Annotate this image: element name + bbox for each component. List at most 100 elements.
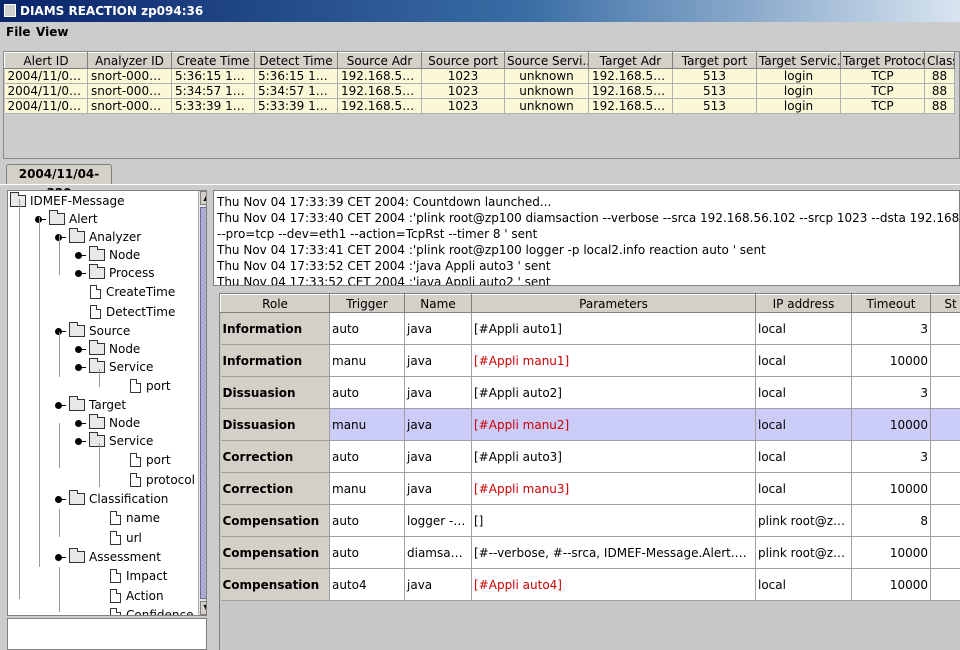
reactions-column-header[interactable]: Trigger [329,294,405,313]
tree-node[interactable]: Impact [70,567,168,585]
tree-node-label: IDMEF-Message [30,194,125,208]
tree-node[interactable]: Process [70,264,155,282]
reaction-status [930,344,960,377]
reactions-header-row: Role Trigger Name Parameters IP address Timeo… [220,294,960,313]
reaction-status [930,472,960,505]
alerts-column-header[interactable]: Analyzer ID [87,52,172,69]
tree-node[interactable]: Classification [50,490,168,508]
alert-cell: 513 [672,98,757,114]
tree-node[interactable]: name [70,509,160,527]
tree-node[interactable]: port [90,451,171,469]
reaction-row[interactable]: Dissuasion manu java [#Appli manu2] local 100… [220,408,960,441]
tree-node[interactable]: Node [70,340,140,358]
expand-handle-icon[interactable] [75,346,86,353]
reaction-row[interactable]: Correction auto java [#Appli auto3] local 3 [220,440,960,473]
tree-node[interactable]: CreateTime [50,283,175,301]
tree-node[interactable]: Node [70,246,140,264]
tree-node-label: Process [109,266,155,280]
alerts-column-header[interactable]: Create Time [171,52,255,69]
tree-node[interactable]: Analyzer [50,228,141,246]
expand-handle-icon[interactable] [55,496,66,503]
tree-node[interactable]: Service [70,432,153,450]
tree-node[interactable]: Target [50,396,126,414]
tree-node[interactable]: Assessment [50,548,161,566]
tab-alert[interactable]: 2004/11/04-320 [6,164,112,200]
folder-icon [69,490,85,505]
alert-cell: 88 [924,68,955,84]
alerts-column-header[interactable]: Target Protocol [840,52,925,69]
scroll-up-arrow-icon[interactable]: ▲ [200,191,206,205]
reactions-column-header[interactable]: Name [404,294,472,313]
reaction-role: Compensation [220,568,330,601]
reactions-column-header[interactable]: St [930,294,960,313]
reaction-timeout: 3 [851,440,931,473]
alert-cell: 513 [672,68,757,84]
tree-node[interactable]: Action [70,587,164,605]
reaction-row[interactable]: Dissuasion auto java [#Appli auto2] local 3 [220,376,960,409]
reaction-row[interactable]: Compensation auto diamsacti... [#--verbose,… [220,536,960,569]
alerts-column-header[interactable]: Source Servi... [504,52,589,69]
menu-view[interactable]: View [36,25,68,39]
alerts-column-header[interactable]: Detect Time [254,52,338,69]
reactions-column-header[interactable]: Role [220,294,330,313]
tree-node-label: Action [126,589,164,603]
alert-cell: TCP [840,98,925,114]
tree-node[interactable]: port [90,377,171,395]
alerts-column-header[interactable]: Source port [421,52,505,69]
reaction-row[interactable]: Correction manu java [#Appli manu3] local 100… [220,472,960,505]
alert-cell: snort-0000-1... [87,68,172,84]
alerts-column-header[interactable]: Source Adr [337,52,422,69]
alerts-column-header[interactable]: Target port [672,52,757,69]
alerts-column-header[interactable]: Alert ID [4,52,88,69]
reaction-trigger: auto [329,504,405,537]
window-title-bar[interactable]: DIAMS REACTION zp094:36 [0,0,960,22]
tree-node[interactable]: DetectTime [50,303,175,321]
expand-handle-icon[interactable] [75,364,86,371]
expand-handle-icon[interactable] [75,420,86,427]
reaction-name: java [404,344,472,377]
tree-node[interactable]: protocol [90,471,195,489]
reaction-trigger: manu [329,344,405,377]
reactions-column-header[interactable]: IP address [755,294,852,313]
alert-row[interactable]: 2004/11/04-... snort-0000-1... 5:34:57 11/… [4,83,955,99]
reaction-status [930,568,960,601]
tree-connector-line [99,369,100,387]
reaction-trigger: manu [329,408,405,441]
expand-handle-icon[interactable] [75,252,86,259]
expand-handle-icon[interactable] [75,270,86,277]
tree-vertical-scrollbar[interactable]: ▲ ▼ [198,191,206,615]
tree-node[interactable]: IDMEF-Message [10,192,125,210]
reaction-role: Dissuasion [220,408,330,441]
expand-handle-icon[interactable] [55,402,66,409]
tree-node[interactable]: url [70,529,142,547]
reaction-name: java [404,568,472,601]
reaction-row[interactable]: Compensation auto4 java [#Appli auto4] local… [220,568,960,601]
tree-node-label: Service [109,434,154,448]
tree-node[interactable]: Source [50,322,130,340]
expand-handle-icon[interactable] [55,554,66,561]
reaction-timeout: 10000 [851,568,931,601]
reaction-parameters: [#Appli manu3] [471,472,756,505]
tree-node[interactable]: Service [70,358,153,376]
alerts-column-header[interactable]: Target Servic... [756,52,841,69]
reactions-column-header[interactable]: Timeout [851,294,931,313]
alert-cell: snort-0000-1... [87,83,172,99]
reaction-row[interactable]: Information manu java [#Appli manu1] local 10… [220,344,960,377]
tree-node[interactable]: Alert [30,210,98,228]
expand-handle-icon[interactable] [75,438,86,445]
tree-node-label: port [146,379,171,393]
alerts-column-header[interactable]: Target Adr [588,52,673,69]
alert-row[interactable]: 2004/11/04-... snort-0000-1... 5:36:15 11/… [4,68,955,84]
reaction-row[interactable]: Compensationautologger -p l...[]plink ro… [220,504,960,537]
reactions-column-header[interactable]: Parameters [471,294,756,313]
alerts-column-header[interactable]: Class [924,52,955,69]
alert-cell: 192.168.56.96 [588,68,673,84]
tree-node[interactable]: Node [70,414,140,432]
menu-file[interactable]: File [6,25,31,39]
scroll-down-arrow-icon[interactable]: ▼ [200,601,206,615]
tree-node[interactable]: Confidence [70,606,193,615]
alert-row[interactable]: 2004/11/04-... snort-0000-1... 5:33:39 11/… [4,98,955,114]
scrollbar-thumb[interactable] [200,207,206,599]
folder-icon [89,358,105,373]
reaction-row[interactable]: Information auto java [#Appli auto1] local 3 [220,312,960,345]
